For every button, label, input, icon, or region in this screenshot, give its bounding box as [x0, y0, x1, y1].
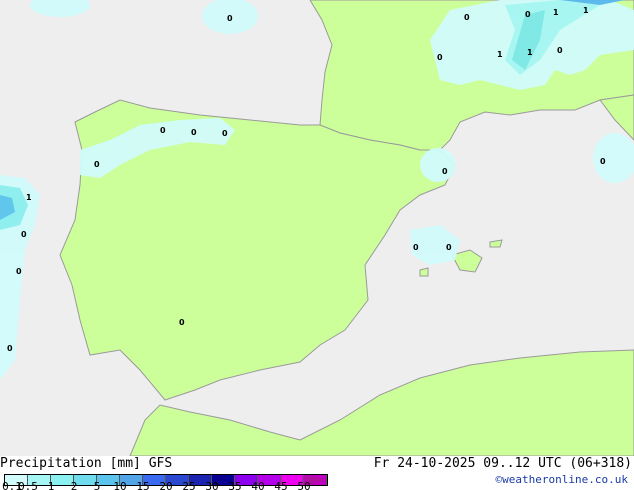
value-label: 0 — [16, 267, 22, 276]
colorbar-tick-label: 10 — [113, 480, 127, 490]
valid-time: Fr 24-10-2025 09..12 UTC (06+318) — [373, 456, 632, 471]
colorbar-tick-label: 50 — [297, 480, 311, 490]
value-label: 0 — [222, 129, 228, 138]
value-label: 0 — [413, 243, 419, 252]
colorbar-tick-label: 0.5 — [18, 480, 38, 490]
value-label: 1 — [553, 8, 559, 17]
value-label: 1 — [527, 48, 533, 57]
land-ibiza — [419, 267, 429, 277]
value-label: 0 — [525, 10, 531, 19]
value-label: 0 — [227, 14, 233, 23]
value-label: 0 — [94, 160, 100, 169]
value-label: 0 — [7, 344, 13, 353]
weather-map-widget: 0 0 0 0 0 0 0 0 0 0 0 0 0 0 0 0 0 1 1 1 … — [0, 0, 634, 490]
precipitation-map: 0 0 0 0 0 0 0 0 0 0 0 0 0 0 0 0 0 1 1 1 … — [0, 0, 634, 456]
colorbar-tick-label: 40 — [251, 480, 265, 490]
value-label: 1 — [583, 6, 589, 15]
colorbar-tick-label: 15 — [136, 480, 150, 490]
value-label: 0 — [191, 128, 197, 137]
map-footer: Precipitation [mm] GFS Fr 24-10-2025 09.… — [0, 456, 634, 490]
map-title: Precipitation [mm] GFS — [0, 456, 173, 471]
colorbar-tick-label: 25 — [182, 480, 196, 490]
colorbar-tick-label: 20 — [159, 480, 173, 490]
value-label: 0 — [160, 126, 166, 135]
value-label: 0 — [446, 243, 452, 252]
value-label: 0 — [600, 157, 606, 166]
value-label: 0 — [21, 230, 27, 239]
credit-link[interactable]: ©weatheronline.co.uk — [496, 473, 628, 486]
colorbar-tick-label: 5 — [93, 480, 101, 490]
colorbar-tick-label: 2 — [70, 480, 78, 490]
value-label: 0 — [179, 318, 185, 327]
colorbar-tick-label: 35 — [228, 480, 242, 490]
value-label: 0 — [557, 46, 563, 55]
value-label: 0 — [464, 13, 470, 22]
value-label: 1 — [26, 193, 32, 202]
value-label: 0 — [437, 53, 443, 62]
colorbar-tick-label: 45 — [274, 480, 288, 490]
value-label: 0 — [442, 167, 448, 176]
colorbar-tick-label: 1 — [47, 480, 55, 490]
colorbar-tick-label: 30 — [205, 480, 219, 490]
value-label: 1 — [497, 50, 503, 59]
